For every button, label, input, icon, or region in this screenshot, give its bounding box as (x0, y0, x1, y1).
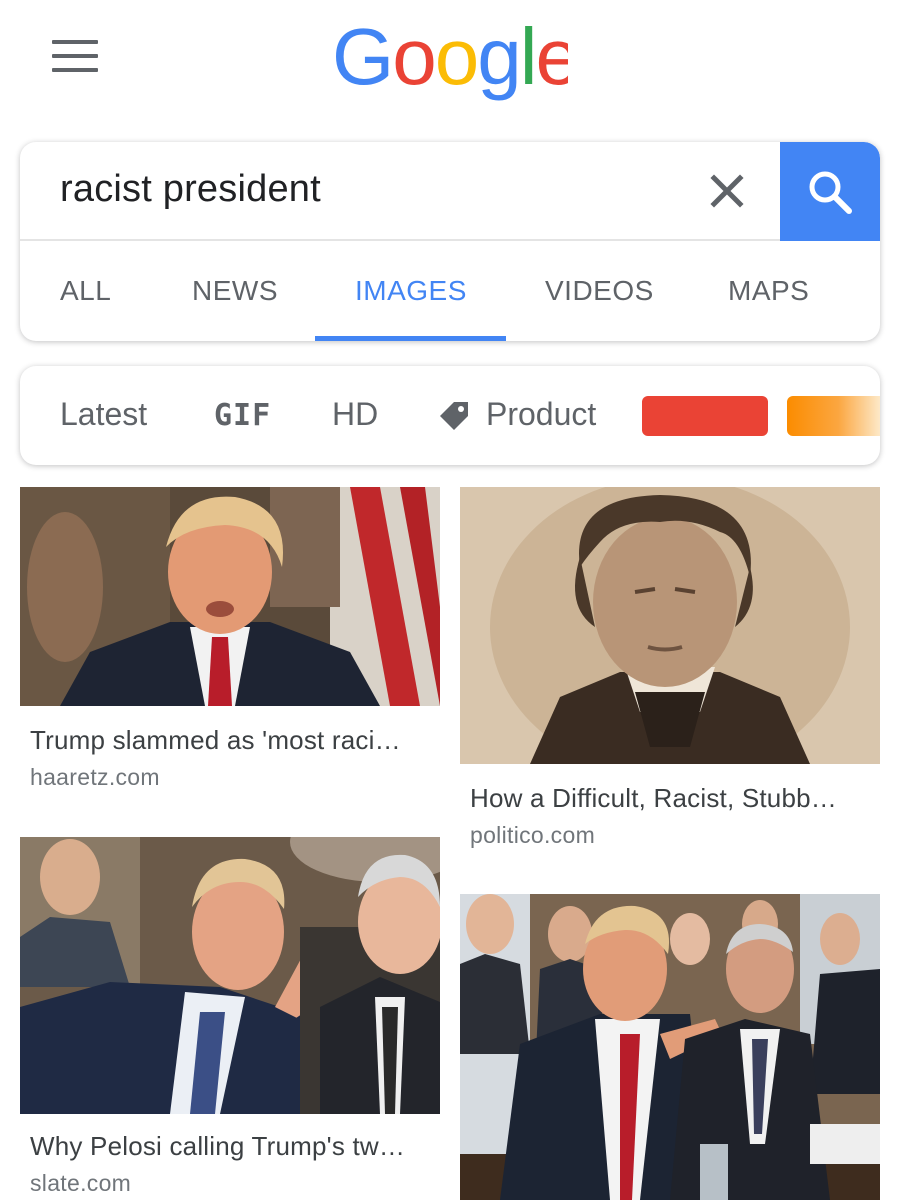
image-result[interactable] (460, 894, 880, 1200)
tab-videos-label: VIDEOS (545, 275, 654, 306)
image-result[interactable]: Trump slammed as 'most raci… haaretz.com (20, 487, 440, 807)
tab-videos[interactable]: VIDEOS (545, 241, 675, 341)
result-title[interactable]: Trump slammed as 'most raci… (30, 725, 435, 756)
tab-maps[interactable]: MAPS (728, 241, 838, 341)
photo-image (460, 487, 880, 764)
photo-image (460, 894, 880, 1200)
result-thumbnail[interactable] (20, 837, 440, 1114)
svg-text:Google: Google (332, 12, 568, 101)
clear-search-button[interactable] (702, 166, 752, 216)
filter-latest-label: Latest (60, 396, 148, 432)
image-result[interactable]: How a Difficult, Racist, Stubb… politico… (460, 487, 880, 857)
result-thumbnail[interactable] (460, 487, 880, 764)
active-tab-indicator (315, 336, 506, 341)
filter-bar: Latest GIF HD Product (20, 366, 880, 465)
result-thumbnail[interactable] (460, 894, 880, 1200)
result-source: slate.com (30, 1170, 132, 1196)
search-row: racist president (20, 142, 880, 241)
tab-maps-label: MAPS (728, 275, 810, 306)
tab-news-label: NEWS (192, 275, 278, 306)
tag-icon (440, 402, 468, 430)
result-source: haaretz.com (30, 764, 160, 790)
tab-images[interactable]: IMAGES (315, 241, 506, 341)
result-source: politico.com (470, 822, 596, 848)
image-result[interactable]: Why Pelosi calling Trump's tw… slate.com (20, 837, 440, 1200)
color-filter-orange[interactable] (787, 396, 880, 436)
tab-images-label: IMAGES (355, 275, 467, 306)
filter-hd-label: HD (332, 396, 379, 432)
filter-hd[interactable]: HD (332, 366, 392, 465)
magnifier-icon (809, 171, 852, 214)
filter-product[interactable]: Product (436, 366, 616, 465)
close-icon (710, 174, 744, 208)
search-tabs: ALL NEWS IMAGES VIDEOS MAPS (20, 241, 880, 341)
tab-all[interactable]: ALL (60, 241, 140, 341)
search-button[interactable] (780, 142, 880, 241)
tab-news[interactable]: NEWS (192, 241, 302, 341)
result-title[interactable]: Why Pelosi calling Trump's tw… (30, 1131, 435, 1162)
search-input[interactable]: racist president (60, 168, 321, 211)
filter-gif[interactable]: GIF (214, 366, 284, 465)
color-filter-red[interactable] (642, 396, 768, 436)
search-box: racist president ALL NEWS IMAGES VIDEOS (20, 142, 880, 341)
filter-product-label: Product (486, 396, 597, 432)
photo-image (20, 487, 440, 706)
photo-image (20, 837, 440, 1114)
result-title[interactable]: How a Difficult, Racist, Stubb… (470, 783, 875, 814)
google-logo[interactable]: Google (332, 12, 580, 112)
filter-latest[interactable]: Latest (60, 366, 170, 465)
tab-all-label: ALL (60, 275, 112, 306)
menu-icon[interactable] (52, 40, 98, 74)
filter-gif-label: GIF (214, 398, 272, 433)
result-thumbnail[interactable] (20, 487, 440, 706)
google-logo-image: Google (332, 12, 580, 101)
